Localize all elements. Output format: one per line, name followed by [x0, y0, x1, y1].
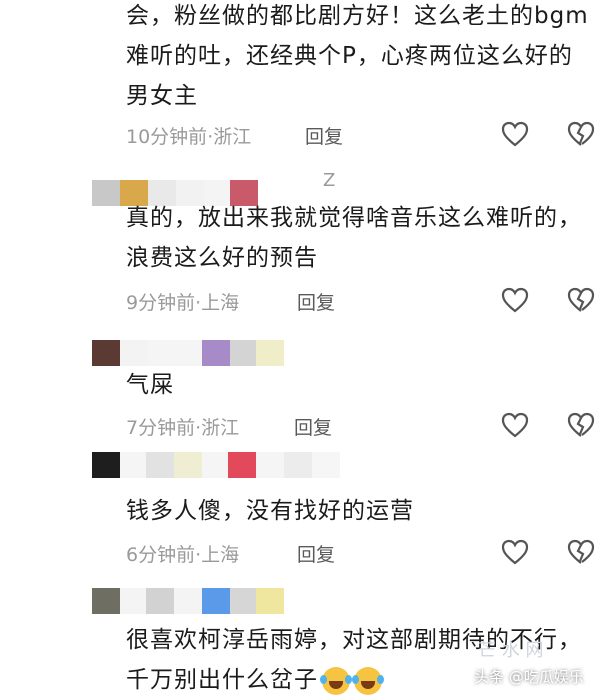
comment-location: 上海: [201, 544, 240, 566]
comment-location: 浙江: [201, 417, 240, 439]
reply-button[interactable]: 回复: [294, 413, 332, 440]
comment-location: 浙江: [213, 126, 252, 148]
comment-location: 上海: [201, 292, 240, 314]
broken-heart-icon[interactable]: [567, 539, 595, 565]
crying-laughing-emoji: [320, 666, 352, 695]
comment-meta: 6分钟前·上海: [126, 540, 239, 567]
comment-meta: 9分钟前·上海: [126, 288, 239, 315]
heart-outline-icon[interactable]: [501, 412, 529, 438]
reply-button[interactable]: 回复: [297, 540, 335, 567]
comment-time: 9分钟前: [126, 292, 196, 314]
comment-text: 气屎: [126, 372, 174, 398]
watermark-left: 头条: [474, 668, 505, 686]
heart-outline-icon[interactable]: [501, 287, 529, 313]
heart-outline-icon[interactable]: [501, 539, 529, 565]
watermark-source: 头条 @吃瓜娱乐: [474, 666, 584, 687]
broken-heart-icon[interactable]: [567, 412, 595, 438]
crying-laughing-emoji: [352, 666, 384, 695]
comment-time: 6分钟前: [126, 544, 196, 566]
comment-meta: 10分钟前·浙江: [126, 122, 251, 149]
comment-text: 钱多人傻，没有找好的运营: [126, 498, 414, 524]
comment-time: 10分钟前: [126, 126, 208, 148]
watermark-right: @吃瓜娱乐: [508, 668, 584, 686]
comment-meta: 7分钟前·浙江: [126, 413, 239, 440]
comment-text: 会，粉丝做的都比剧方好！这么老土的bgm难听的吐，还经典个P，心疼两位这么好的男…: [126, 3, 589, 109]
brand-watermark: 芒 水 网: [478, 640, 544, 661]
comment-text: 真的，放出来我就觉得啥音乐这么难听的，浪费这么好的预告: [126, 205, 582, 271]
heart-outline-icon[interactable]: [501, 121, 529, 147]
broken-heart-icon[interactable]: [567, 121, 595, 147]
reply-button[interactable]: 回复: [297, 288, 335, 315]
stray-letter: Z: [323, 170, 336, 191]
comment-time: 7分钟前: [126, 417, 196, 439]
broken-heart-icon[interactable]: [567, 287, 595, 313]
reply-button[interactable]: 回复: [305, 122, 343, 149]
